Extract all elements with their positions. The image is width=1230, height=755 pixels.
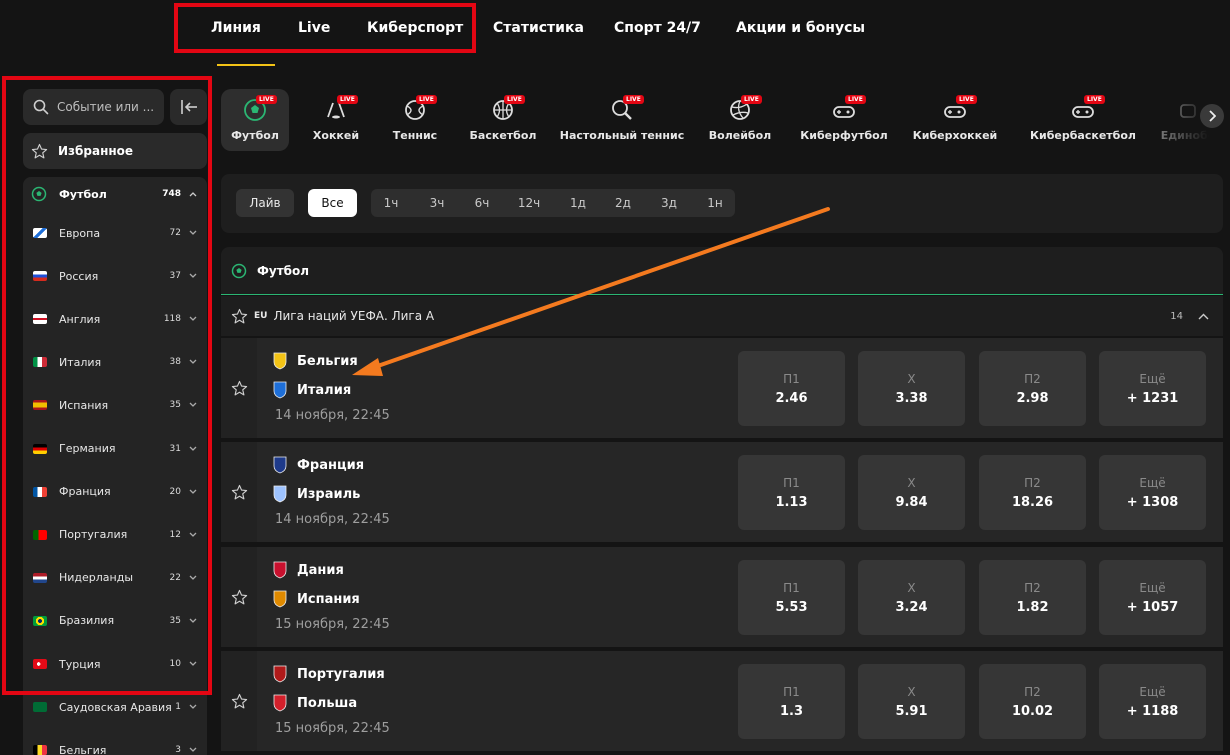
annotation-arrow	[352, 207, 830, 376]
